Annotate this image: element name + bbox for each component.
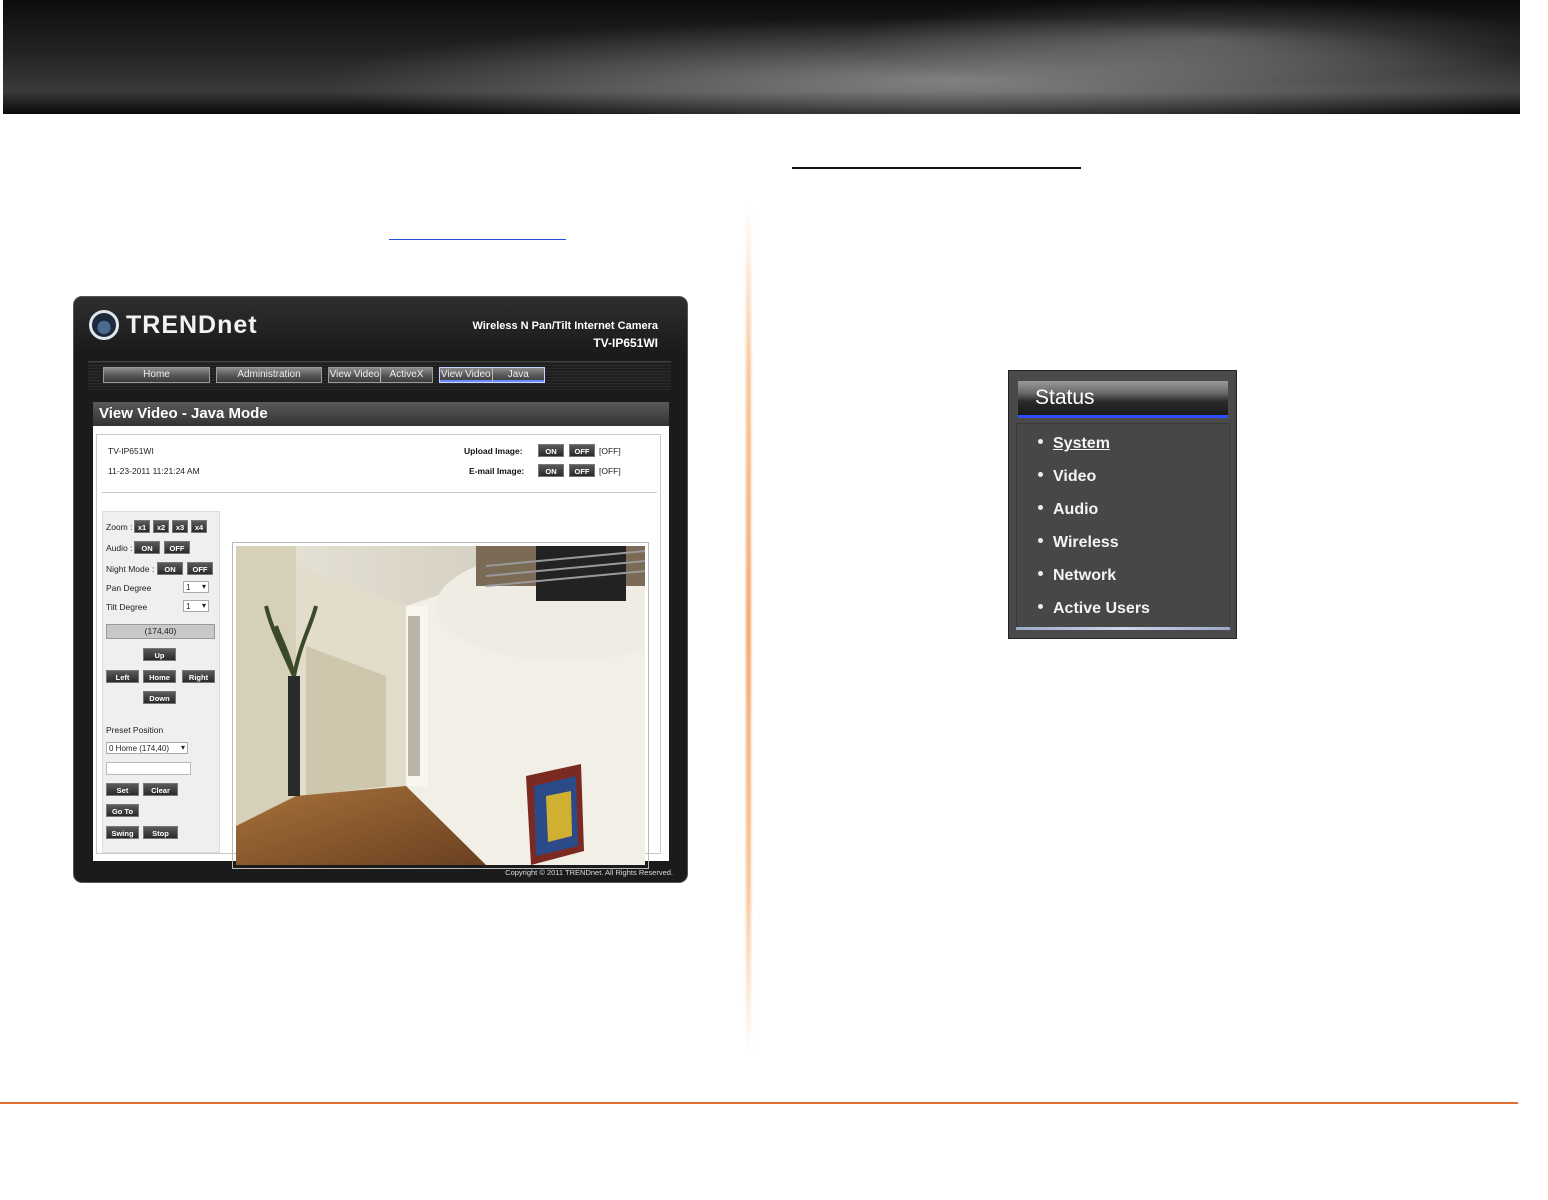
bullet-icon <box>1038 538 1043 544</box>
pan-tilt-coordinates: (174,40) <box>106 624 215 639</box>
tilt-degree-label: Tilt Degree <box>106 602 148 612</box>
bullet-icon <box>1038 439 1043 445</box>
status-item-audio[interactable]: Audio <box>1038 501 1098 519</box>
camera-nav-bar: Home Administration View Video ActiveX V… <box>88 361 671 390</box>
panel-content: TV-IP651WI 11-23-2011 11:21:24 AM Upload… <box>96 434 661 869</box>
zoom-x3-button[interactable]: x3 <box>172 520 188 533</box>
status-item-active-users[interactable]: Active Users <box>1038 600 1150 618</box>
status-item-label: Audio <box>1053 501 1099 518</box>
preset-name-input[interactable] <box>106 762 191 775</box>
night-on-button[interactable]: ON <box>157 562 183 575</box>
ptz-right-button[interactable]: Right <box>182 670 215 683</box>
bullet-icon <box>1038 604 1043 610</box>
bullet-icon <box>1038 505 1043 511</box>
nav-home-button[interactable]: Home <box>103 367 210 383</box>
camera-copyright: Copyright © 2011 TRENDnet. All Rights Re… <box>505 868 673 877</box>
tilt-degree-select[interactable]: 1 <box>183 600 209 612</box>
status-item-label: System <box>1053 435 1110 452</box>
camera-scene-image <box>236 546 645 865</box>
model-number: TV-IP651WI <box>593 336 658 350</box>
camera-ui-header: TRENDnet Wireless N Pan/Tilt Internet Ca… <box>74 297 687 355</box>
nav-java-label-left: View Video <box>440 369 491 380</box>
night-off-button[interactable]: OFF <box>187 562 213 575</box>
email-image-label: E-mail Image: <box>469 466 525 476</box>
zoom-label: Zoom : <box>106 522 133 532</box>
zoom-x2-button[interactable]: x2 <box>153 520 169 533</box>
status-item-video[interactable]: Video <box>1038 468 1096 486</box>
trendnet-logo-icon <box>89 310 119 340</box>
audio-off-button[interactable]: OFF <box>164 541 190 554</box>
preset-position-select[interactable]: 0 Home (174,40) <box>106 742 188 754</box>
device-name: TV-IP651WI <box>108 446 154 456</box>
bullet-icon <box>1038 472 1043 478</box>
nav-view-video-activex-button[interactable]: View Video ActiveX <box>328 367 433 383</box>
status-menu-title: Status <box>1018 381 1228 418</box>
camera-web-ui-screenshot: TRENDnet Wireless N Pan/Tilt Internet Ca… <box>74 297 687 882</box>
upload-on-button[interactable]: ON <box>538 444 564 457</box>
upload-image-label: Upload Image: <box>464 446 523 456</box>
upload-off-button[interactable]: OFF <box>569 444 595 457</box>
preset-set-button[interactable]: Set <box>106 783 139 796</box>
bullet-icon <box>1038 571 1043 577</box>
nav-administration-button[interactable]: Administration <box>216 367 322 383</box>
swing-button[interactable]: Swing <box>106 826 139 839</box>
status-item-system[interactable]: System <box>1038 435 1110 453</box>
ptz-down-button[interactable]: Down <box>143 691 176 704</box>
pan-degree-select[interactable]: 1 <box>183 581 209 593</box>
status-item-label: Video <box>1053 468 1097 485</box>
hyperlink-underline[interactable] <box>389 239 566 240</box>
status-item-label: Network <box>1053 567 1117 584</box>
section-heading-underline <box>792 167 1081 169</box>
page-banner <box>3 0 1520 114</box>
preset-clear-button[interactable]: Clear <box>143 783 178 796</box>
timestamp: 11-23-2011 11:21:24 AM <box>108 466 200 476</box>
nav-activex-label-left: View Video <box>329 369 380 380</box>
night-mode-label: Night Mode : <box>106 564 155 574</box>
status-item-label: Wireless <box>1053 534 1119 551</box>
live-video-feed[interactable] <box>236 546 645 865</box>
status-item-wireless[interactable]: Wireless <box>1038 534 1119 552</box>
trendnet-logo: TRENDnet <box>89 310 258 340</box>
preset-position-label: Preset Position <box>106 725 164 735</box>
status-menu-list: System Video Audio Wireless Network Acti… <box>1016 423 1230 629</box>
view-video-panel: View Video - Java Mode TV-IP651WI 11-23-… <box>93 402 669 869</box>
status-item-network[interactable]: Network <box>1038 567 1116 585</box>
email-off-button[interactable]: OFF <box>569 464 595 477</box>
audio-label: Audio : <box>106 543 133 553</box>
nav-activex-label-right: ActiveX <box>380 368 432 382</box>
column-divider <box>746 205 751 1055</box>
panel-title: View Video - Java Mode <box>93 402 669 426</box>
pan-degree-label: Pan Degree <box>106 583 152 593</box>
status-menu: Status System Video Audio Wireless Netwo… <box>1008 370 1237 639</box>
ptz-home-button[interactable]: Home <box>143 670 176 683</box>
status-item-label: Active Users <box>1053 600 1150 617</box>
ptz-up-button[interactable]: Up <box>143 648 176 661</box>
ptz-control-panel: Zoom : x1 x2 x3 x4 Audio : ON OFF Night … <box>102 511 220 853</box>
nav-view-video-java-button[interactable]: View Video Java <box>439 367 545 383</box>
zoom-x4-button[interactable]: x4 <box>191 520 207 533</box>
status-menu-bottom-bar <box>1016 627 1230 630</box>
panel-divider <box>102 492 657 493</box>
product-title: Wireless N Pan/Tilt Internet Camera <box>472 320 658 332</box>
trendnet-logo-text: TRENDnet <box>126 310 258 339</box>
email-on-button[interactable]: ON <box>538 464 564 477</box>
footer-divider <box>0 1102 1518 1104</box>
audio-on-button[interactable]: ON <box>134 541 160 554</box>
nav-java-label-right: Java <box>491 368 545 382</box>
upload-state: [OFF] <box>599 446 621 456</box>
ptz-left-button[interactable]: Left <box>106 670 139 683</box>
email-state: [OFF] <box>599 466 621 476</box>
preset-goto-button[interactable]: Go To <box>106 804 139 817</box>
zoom-x1-button[interactable]: x1 <box>134 520 150 533</box>
stop-button[interactable]: Stop <box>143 826 178 839</box>
